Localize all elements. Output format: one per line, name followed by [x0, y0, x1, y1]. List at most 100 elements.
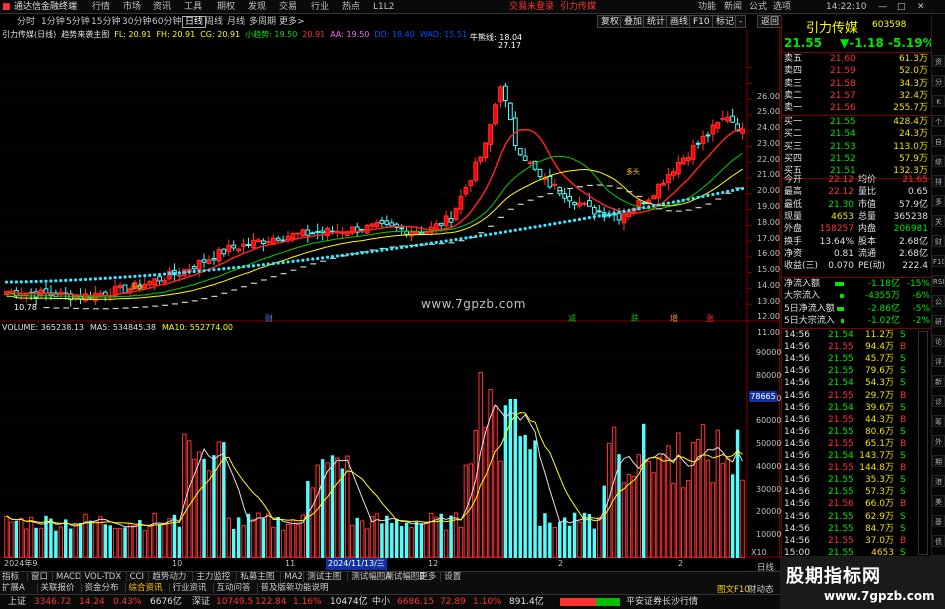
toolbar-icon[interactable]: 评论: [932, 355, 945, 367]
period-5min[interactable]: 5分钟: [66, 16, 90, 28]
menu-item-market[interactable]: 市场: [123, 1, 141, 13]
toolbar-icon[interactable]: 筹码: [932, 415, 945, 427]
info-tab[interactable]: 资金分布: [80, 583, 119, 593]
stat-row[interactable]: 现量 4653 总量 365238: [782, 211, 930, 223]
event-marker[interactable]: 跌: [631, 313, 639, 324]
price-chart[interactable]: [0, 29, 780, 571]
toolbar-icon[interactable]: 分时: [932, 75, 945, 87]
trade-ticks[interactable]: 14:56 21.54 11.2万 S 14:56 21.55 94.4万 B 14:56 21.…: [782, 329, 910, 559]
menu-item-industry[interactable]: 行业: [311, 1, 329, 13]
toolbar-icon[interactable]: K线: [932, 95, 945, 107]
toolbar-icon[interactable]: 多股: [932, 195, 945, 207]
info-tab[interactable]: 综合资讯: [124, 583, 163, 593]
menu-item-formula[interactable]: 公式: [749, 1, 767, 13]
ask-row[interactable]: 卖五 21.60 61.3万: [782, 53, 930, 65]
flow-row[interactable]: 5日大宗流入 -1.02亿 -2%: [782, 315, 930, 327]
period-multi[interactable]: 多周期: [249, 16, 276, 28]
period-monthly[interactable]: 月线: [227, 16, 245, 28]
menu-item-tools[interactable]: 工具: [184, 1, 202, 13]
menu-item-news[interactable]: 资讯: [153, 1, 171, 13]
menu-item-settings[interactable]: 选项: [773, 1, 791, 13]
info-tab[interactable]: 互动问答: [212, 583, 251, 593]
period-daily[interactable]: 日线: [182, 16, 207, 28]
period-more[interactable]: 更多>: [279, 16, 305, 28]
sh-index-label[interactable]: 上证: [8, 596, 26, 608]
toolbar-icon[interactable]: 外汇: [932, 435, 945, 447]
period-30min[interactable]: 30分钟: [122, 16, 151, 28]
toolbar-icon[interactable]: 美股: [932, 495, 945, 507]
flow-row[interactable]: 大宗流入 -4355万 -6%: [782, 290, 930, 302]
volume-bars[interactable]: [4, 371, 745, 559]
trades-scrollbar[interactable]: [918, 331, 928, 555]
menu-item-options[interactable]: 期权: [217, 1, 235, 13]
event-marker[interactable]: 涨: [706, 313, 714, 324]
event-marker[interactable]: 财: [265, 313, 273, 324]
stat-row[interactable]: 最高 22.12 量比 0.65: [782, 186, 930, 198]
close-icon[interactable]: ✕: [917, 1, 925, 13]
period-minute-line[interactable]: 分时: [17, 16, 35, 28]
toolbar-icon[interactable]: 公告: [932, 295, 945, 307]
stat-row[interactable]: 收益(三) 0.070 PE(动) 222.4: [782, 260, 930, 272]
stat-row[interactable]: 最低 21.30 市值 57.9亿: [782, 199, 930, 211]
info-tab[interactable]: 扩展A: [2, 583, 25, 593]
collapse-button[interactable]: -: [735, 15, 747, 28]
period-1min[interactable]: 1分钟: [41, 16, 65, 28]
menu-item-discover[interactable]: 发现: [248, 1, 266, 13]
bid-row[interactable]: 买四 21.52 57.9万: [782, 153, 930, 165]
period-60min[interactable]: 60分钟: [152, 16, 181, 28]
stat-row[interactable]: 外盘 158257 内盘 206981: [782, 223, 930, 235]
menu-item-level[interactable]: L1L2: [373, 1, 394, 13]
bid-row[interactable]: 买三 21.53 113.0万: [782, 141, 930, 153]
toolbar-icon[interactable]: RSI: [932, 275, 945, 287]
period-weekly[interactable]: 周线: [205, 16, 223, 28]
f10-button[interactable]: F10: [689, 15, 714, 28]
toolbar-icon[interactable]: 期货: [932, 455, 945, 467]
toolbar-icon[interactable]: 自选: [932, 135, 945, 147]
stat-row[interactable]: 今开 22.12 均价 21.65: [782, 174, 930, 186]
candles[interactable]: [4, 82, 745, 307]
volume-tick: 20000: [756, 507, 782, 517]
trade-status[interactable]: 交易未登录: [509, 1, 554, 13]
menu-item-headlines[interactable]: 新闻: [724, 1, 742, 13]
minimize-icon[interactable]: —: [878, 1, 887, 13]
period-15min[interactable]: 15分钟: [91, 16, 120, 28]
toolbar-icon[interactable]: F10: [932, 255, 945, 267]
toolbar-icon[interactable]: 新股: [932, 375, 945, 387]
info-tab[interactable]: 关联报价: [36, 583, 75, 593]
toolbar-icon[interactable]: 关联: [932, 215, 945, 227]
toolbar-icon[interactable]: 财务: [932, 235, 945, 247]
toolbar-icon[interactable]: 个股: [932, 115, 945, 127]
bid-row[interactable]: 买二 21.54 24.3万: [782, 128, 930, 140]
toolbar-icon[interactable]: 债券: [932, 535, 945, 547]
stat-row[interactable]: 净资 0.81 流通 2.68亿: [782, 248, 930, 260]
event-marker[interactable]: 增: [670, 313, 678, 324]
zx-index-label[interactable]: 中小: [372, 596, 390, 608]
toolbar-icon[interactable]: 研报: [932, 315, 945, 327]
ask-row[interactable]: 卖三 21.58 34.3万: [782, 78, 930, 90]
flow-row[interactable]: 净流入额 -1.18亿 -15%: [782, 278, 930, 290]
toolbar-icon[interactable]: 论坛: [932, 335, 945, 347]
sz-index-label[interactable]: 深证: [192, 596, 210, 608]
toolbar-icon[interactable]: 资讯: [932, 55, 945, 67]
toolbar-icon[interactable]: 排名: [932, 175, 945, 187]
flow-row[interactable]: 5日净流入额 -2.86亿 -5%: [782, 303, 930, 315]
info-tab[interactable]: 普及版新功能说明: [256, 583, 329, 593]
event-marker[interactable]: 减: [568, 313, 576, 324]
maximize-icon[interactable]: □: [897, 1, 906, 13]
toolbar-icon[interactable]: 诊断: [932, 395, 945, 407]
menu-item-hq[interactable]: 行情: [92, 1, 110, 13]
chart-area[interactable]: [0, 29, 780, 571]
toolbar-icon[interactable]: 综合: [932, 155, 945, 167]
menu-item-trade[interactable]: 交易: [279, 1, 297, 13]
info-tab[interactable]: 行业资讯: [168, 583, 207, 593]
ask-row[interactable]: 卖四 21.59 52.0万: [782, 65, 930, 77]
menu-item-hot[interactable]: 热点: [342, 1, 360, 13]
ask-row[interactable]: 卖一 21.56 255.7万: [782, 102, 930, 114]
menu-item-function[interactable]: 功能: [698, 1, 716, 13]
back-button[interactable]: 返回: [757, 15, 784, 28]
toolbar-icon[interactable]: 基金: [932, 515, 945, 527]
bid-row[interactable]: 买一 21.55 428.4万: [782, 116, 930, 128]
toolbar-icon[interactable]: 港股: [932, 475, 945, 487]
ask-row[interactable]: 卖二 21.57 32.4万: [782, 90, 930, 102]
stat-row[interactable]: 换手 13.64% 股本 2.68亿: [782, 236, 930, 248]
